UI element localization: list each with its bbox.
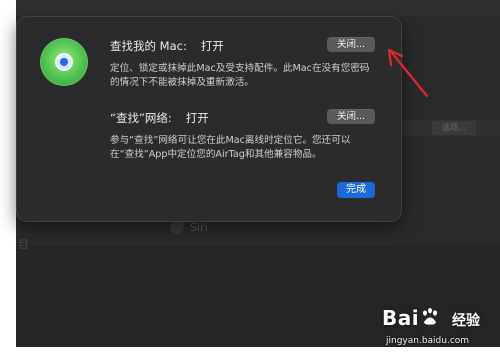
baidu-paw-icon	[423, 308, 437, 325]
watermark-brand: Bai	[382, 306, 420, 330]
watermark-url: jingyan.baidu.com	[386, 336, 470, 346]
baidu-watermark: Bai 经验 jingyan.baidu.com	[382, 306, 500, 363]
watermark-brand-suffix: 经验	[452, 313, 480, 329]
